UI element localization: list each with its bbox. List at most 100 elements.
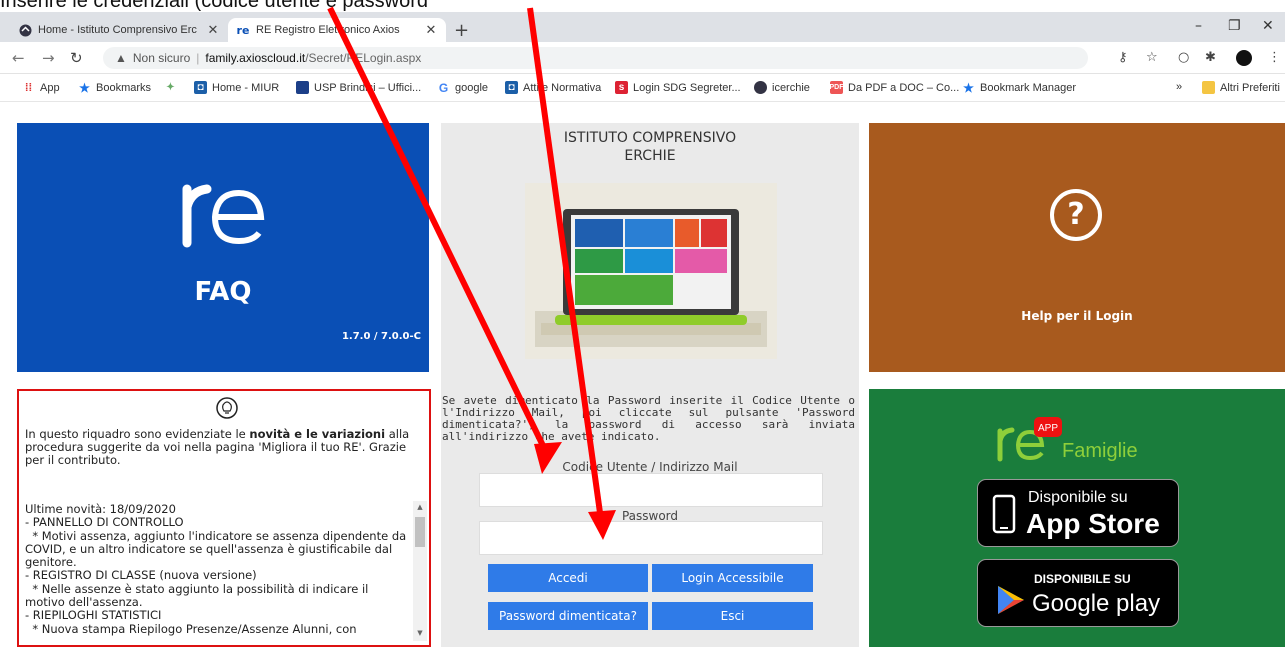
accessible-login-button[interactable]: Login Accessibile: [652, 564, 813, 592]
bookmark-pdf-doc[interactable]: PDF Da PDF a DOC – Co...: [830, 81, 959, 94]
user-code-input[interactable]: [479, 473, 823, 507]
login-panel: ISTITUTO COMPRENSIVO ERCHIE Se avete dim…: [441, 123, 859, 647]
star-icon[interactable]: ☆: [1146, 50, 1158, 65]
puzzle-icon[interactable]: ✱: [1205, 50, 1216, 65]
login-button[interactable]: Accedi: [488, 564, 648, 592]
app-badge: APP: [1038, 423, 1058, 434]
address-bar[interactable]: ▲ Non sicuro | family.axioscloud.it /Sec…: [103, 47, 1088, 69]
faq-label: FAQ: [194, 277, 252, 307]
tab-title: RE Registro Elettronico Axios: [256, 24, 400, 36]
google-play-badge[interactable]: DISPONIBILE SU Google play: [977, 559, 1179, 627]
browser-tabstrip: Home - Istituto Comprensivo Erc ✕ re RE …: [0, 12, 1285, 42]
google-play-icon: [998, 586, 1024, 614]
app-store-badge[interactable]: Disponibile su App Store: [977, 479, 1179, 547]
news-line: * Nuova stampa Riepilogo Presenze/Assenz…: [25, 621, 357, 636]
security-status: Non sicuro: [132, 51, 191, 65]
close-tab-icon[interactable]: ✕: [424, 22, 438, 38]
sdg-icon: s: [615, 81, 628, 94]
question-icon: ?: [1050, 189, 1102, 241]
bookmark-bookmarks[interactable]: ★ Bookmarks: [78, 80, 151, 95]
help-tile[interactable]: ? Help per il Login: [869, 123, 1285, 372]
instruction-caption: Inserire le credenziali (codice utente e…: [0, 0, 428, 12]
app-famiglie-tile: APP Famiglie Disponibile su App Store DI…: [869, 389, 1285, 647]
bookmarks-overflow[interactable]: »: [1176, 81, 1182, 93]
forward-icon[interactable]: →: [42, 49, 55, 67]
news-line: * Motivi assenza, aggiunto l'indicatore …: [25, 528, 410, 570]
play-small-text: DISPONIBILE SU: [1034, 572, 1131, 586]
puzzle-icon: ✦: [166, 82, 175, 93]
scroll-up-icon[interactable]: ▲: [413, 503, 427, 511]
famiglie-label: Famiglie: [1062, 440, 1138, 462]
usp-icon: [296, 81, 309, 94]
star-icon: ★: [963, 80, 974, 95]
warning-icon[interactable]: ▲: [115, 51, 127, 65]
news-panel: In questo riquadro sono evidenziate le n…: [17, 389, 431, 647]
reload-icon[interactable]: ↻: [70, 49, 83, 67]
re-logo-icon: [182, 184, 265, 248]
play-big-text: Google play: [1032, 590, 1161, 617]
url-domain: family.axioscloud.it: [205, 51, 306, 65]
pdf-icon: PDF: [830, 81, 844, 94]
close-window-button[interactable]: ✕: [1262, 18, 1274, 34]
news-line: Ultime novità: 18/09/2020: [25, 502, 176, 516]
forgot-password-button[interactable]: Password dimenticata?: [488, 602, 648, 630]
appstore-small-text: Disponibile su: [1028, 489, 1128, 506]
school-favicon-icon: [18, 23, 32, 37]
bookmark-altri-preferiti[interactable]: Altri Preferiti: [1202, 81, 1280, 94]
scrollbar-thumb[interactable]: [415, 517, 425, 547]
faq-tile[interactable]: FAQ 1.7.0 / 7.0.0-C: [17, 123, 429, 372]
url-path: /Secret/RELogin.aspx: [305, 51, 422, 65]
url-separator: |: [196, 51, 200, 65]
bookmark-normativa[interactable]: ◘ Atti e Normativa: [505, 81, 601, 94]
scroll-down-icon[interactable]: ▼: [413, 629, 427, 637]
tab-title: Home - Istituto Comprensivo Erc: [38, 24, 197, 36]
bookmark-puzzle[interactable]: ✦: [164, 81, 182, 94]
bookmark-apps[interactable]: ⁞⁞ App: [22, 81, 60, 94]
phone-icon: [992, 494, 1016, 534]
miur-icon: ◘: [505, 81, 518, 94]
school-name: ISTITUTO COMPRENSIVO ERCHIE: [563, 130, 737, 164]
bookmark-google[interactable]: Ggoogle: [437, 80, 488, 95]
bookmarks-bar: ⁞⁞ App ★ Bookmarks ✦ ◘ Home - MIUR USP Brin…: [0, 74, 1285, 102]
folder-icon: [1202, 81, 1215, 94]
key-icon[interactable]: ⚷: [1118, 50, 1128, 65]
extension-circle-icon[interactable]: ○: [1178, 50, 1189, 65]
address-toolbar: ← → ↻ ▲ Non sicuro | family.axioscloud.i…: [0, 42, 1285, 74]
lightbulb-icon: [216, 397, 238, 419]
new-tab-button[interactable]: +: [454, 20, 469, 41]
exit-button[interactable]: Esci: [652, 602, 813, 630]
help-label: Help per il Login: [1021, 309, 1133, 323]
news-line: - REGISTRO DI CLASSE (nuova versione): [25, 568, 257, 583]
menu-icon[interactable]: ⋮: [1268, 50, 1281, 65]
news-line: - RIEPILOGHI STATISTICI: [25, 608, 162, 623]
tab-home-istituto[interactable]: Home - Istituto Comprensivo Erc ✕: [10, 18, 228, 42]
password-input[interactable]: [479, 521, 823, 555]
back-icon[interactable]: ←: [12, 49, 25, 67]
news-line: * Nelle assenze è stato aggiunto la poss…: [25, 581, 373, 610]
school-favicon-icon: [754, 81, 767, 94]
tab-registro-elettronico[interactable]: re RE Registro Elettronico Axios ✕: [228, 18, 446, 42]
miur-icon: ◘: [194, 81, 207, 94]
bookmark-usp[interactable]: USP Brindisi – Uffici...: [296, 81, 421, 94]
bookmark-icerchie[interactable]: icerchie: [754, 81, 810, 94]
apps-grid-icon: ⁞⁞: [24, 81, 33, 94]
news-line: - PANNELLO DI CONTROLLO: [25, 515, 184, 530]
close-tab-icon[interactable]: ✕: [206, 22, 220, 38]
laptop-illustration: [525, 183, 777, 359]
news-scrollbar[interactable]: ▲ ▼: [413, 501, 427, 641]
bookmark-manager[interactable]: ★ Bookmark Manager: [962, 80, 1076, 95]
restore-button[interactable]: ❐: [1228, 18, 1241, 34]
version-label: 1.7.0 / 7.0.0-C: [341, 331, 421, 342]
minimize-button[interactable]: –: [1195, 18, 1202, 34]
login-page: FAQ 1.7.0 / 7.0.0-C ISTITUTO COMPRENSIVO…: [0, 102, 1285, 647]
re-famiglie-logo: APP Famiglie: [997, 417, 1138, 462]
user-label: Codice Utente / Indirizzo Mail: [562, 460, 738, 474]
re-favicon-icon: re: [236, 23, 250, 37]
star-icon: ★: [79, 80, 90, 95]
news-list[interactable]: Ultime novità: 18/09/2020 - PANNELLO DI …: [25, 502, 410, 636]
bookmark-miur[interactable]: ◘ Home - MIUR: [194, 81, 279, 94]
profile-avatar[interactable]: [1236, 50, 1252, 66]
appstore-big-text: App Store: [1026, 508, 1160, 539]
google-icon: G: [438, 80, 449, 95]
bookmark-sdg[interactable]: s Login SDG Segreter...: [615, 81, 741, 94]
